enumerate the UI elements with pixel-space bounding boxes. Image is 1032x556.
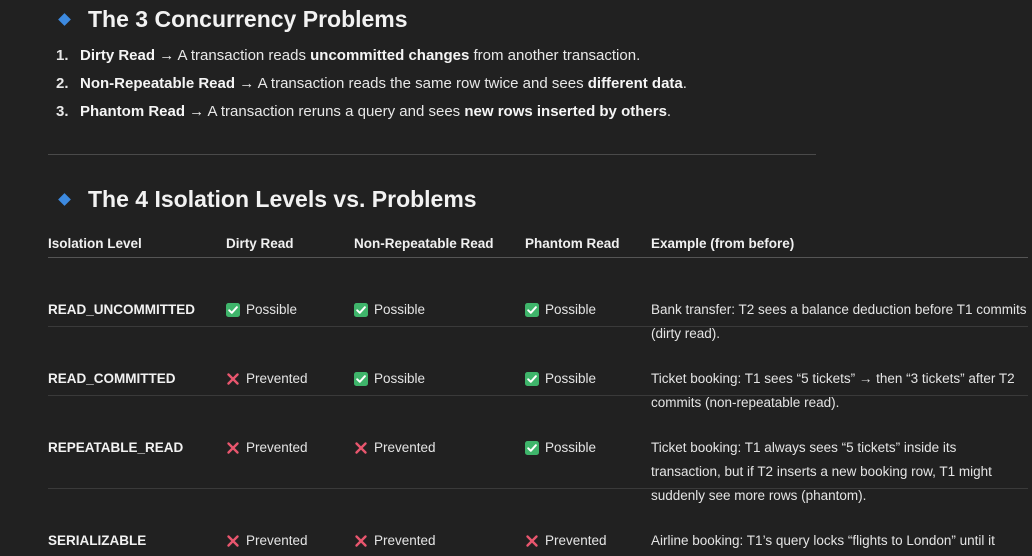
isolation-level-name: REPEATABLE_READ	[48, 440, 184, 455]
status-cell: Prevented	[226, 529, 308, 553]
cross-icon	[226, 534, 240, 548]
section-heading-concurrency: The 3 Concurrency Problems	[59, 6, 408, 33]
check-icon	[354, 303, 368, 317]
list-term: Non-Repeatable Read	[80, 75, 236, 92]
list-text: A transaction reruns a query and sees	[207, 103, 465, 120]
list-number: 2.	[56, 75, 69, 92]
status-cell: Possible	[525, 298, 596, 322]
list-number: 1.	[56, 47, 69, 64]
list-emphasis: uncommitted changes	[310, 47, 470, 64]
isolation-level-name: READ_UNCOMMITTED	[48, 302, 195, 317]
list-item: 1. Dirty Read → A transaction reads unco…	[56, 44, 687, 72]
check-icon	[525, 303, 539, 317]
status-cell: Prevented	[226, 367, 308, 391]
column-header: Isolation Level	[48, 236, 142, 251]
column-header: Phantom Read	[525, 236, 620, 251]
list-text: from another transaction.	[469, 47, 641, 64]
check-icon	[354, 372, 368, 386]
heading-text: The 3 Concurrency Problems	[88, 6, 408, 32]
status-cell: Prevented	[226, 436, 308, 460]
heading-text: The 4 Isolation Levels vs. Problems	[88, 186, 477, 212]
table-row: READ_COMMITTED Prevented Possible Possible T…	[48, 327, 1028, 410]
section-heading-isolation: The 4 Isolation Levels vs. Problems	[59, 186, 477, 213]
table-row: REPEATABLE_READ Prevented Prevented Possibl…	[48, 396, 1028, 503]
column-header: Dirty Read	[226, 236, 294, 251]
list-text: A transaction reads the same row twice a…	[257, 75, 588, 92]
list-emphasis: new rows inserted by others	[464, 103, 667, 120]
isolation-level-name: READ_COMMITTED	[48, 371, 176, 386]
status-cell: Possible	[354, 367, 425, 391]
chat-response: The 3 Concurrency Problems 1. Dirty Read…	[0, 0, 1032, 556]
cross-icon	[354, 441, 368, 455]
status-label: Prevented	[246, 440, 308, 455]
status-label: Possible	[374, 302, 426, 317]
example-text: Airline booking: T1’s query locks “fligh…	[651, 533, 995, 548]
status-cell: Prevented	[354, 529, 436, 553]
status-label: Possible	[545, 440, 597, 455]
status-label: Possible	[545, 302, 597, 317]
status-label: Possible	[246, 302, 298, 317]
list-term: Dirty Read	[80, 47, 156, 64]
arrow-text: →	[185, 103, 208, 120]
table-row: SERIALIZABLE Prevented Prevented Prevented A…	[48, 489, 1028, 556]
list-text: A transaction reads	[177, 47, 311, 64]
check-icon	[226, 303, 240, 317]
table-header-row: Isolation Level Dirty Read Non-Repeatabl…	[48, 226, 1028, 258]
horizontal-divider	[48, 154, 816, 155]
list-number: 3.	[56, 103, 69, 120]
list-text: .	[666, 103, 672, 120]
diamond-bullet-icon	[59, 14, 71, 26]
cross-icon	[226, 372, 240, 386]
list-item: 2. Non-Repeatable Read → A transaction r…	[56, 72, 687, 100]
status-label: Possible	[545, 371, 597, 386]
concurrency-problems-list: 1. Dirty Read → A transaction reads unco…	[56, 44, 687, 128]
list-item: 3. Phantom Read → A transaction reruns a…	[56, 100, 687, 128]
status-cell: Prevented	[354, 436, 436, 460]
column-header: Non-Repeatable Read	[354, 236, 494, 251]
status-cell: Possible	[226, 298, 297, 322]
check-icon	[525, 372, 539, 386]
diamond-bullet-icon	[59, 194, 71, 206]
cross-icon	[226, 441, 240, 455]
status-cell: Possible	[525, 367, 596, 391]
check-icon	[525, 441, 539, 455]
list-emphasis: different data	[587, 75, 683, 92]
table-row: READ_UNCOMMITTED Possible Possible Possible…	[48, 258, 1028, 341]
status-cell: Possible	[354, 298, 425, 322]
cross-icon	[525, 534, 539, 548]
status-label: Prevented	[374, 533, 436, 548]
status-label: Prevented	[246, 533, 308, 548]
arrow-text: →	[155, 47, 178, 64]
status-cell: Possible	[525, 436, 596, 460]
status-label: Possible	[374, 371, 426, 386]
status-label: Prevented	[545, 533, 607, 548]
status-label: Prevented	[246, 371, 308, 386]
column-header: Example (from before)	[651, 236, 795, 251]
list-text: .	[682, 75, 687, 92]
status-label: Prevented	[374, 440, 436, 455]
cross-icon	[354, 534, 368, 548]
status-cell: Prevented	[525, 529, 607, 553]
isolation-levels-table: Isolation Level Dirty Read Non-Repeatabl…	[48, 226, 1028, 556]
arrow-text: →	[235, 75, 258, 92]
isolation-level-name: SERIALIZABLE	[48, 533, 147, 548]
list-term: Phantom Read	[80, 103, 186, 120]
